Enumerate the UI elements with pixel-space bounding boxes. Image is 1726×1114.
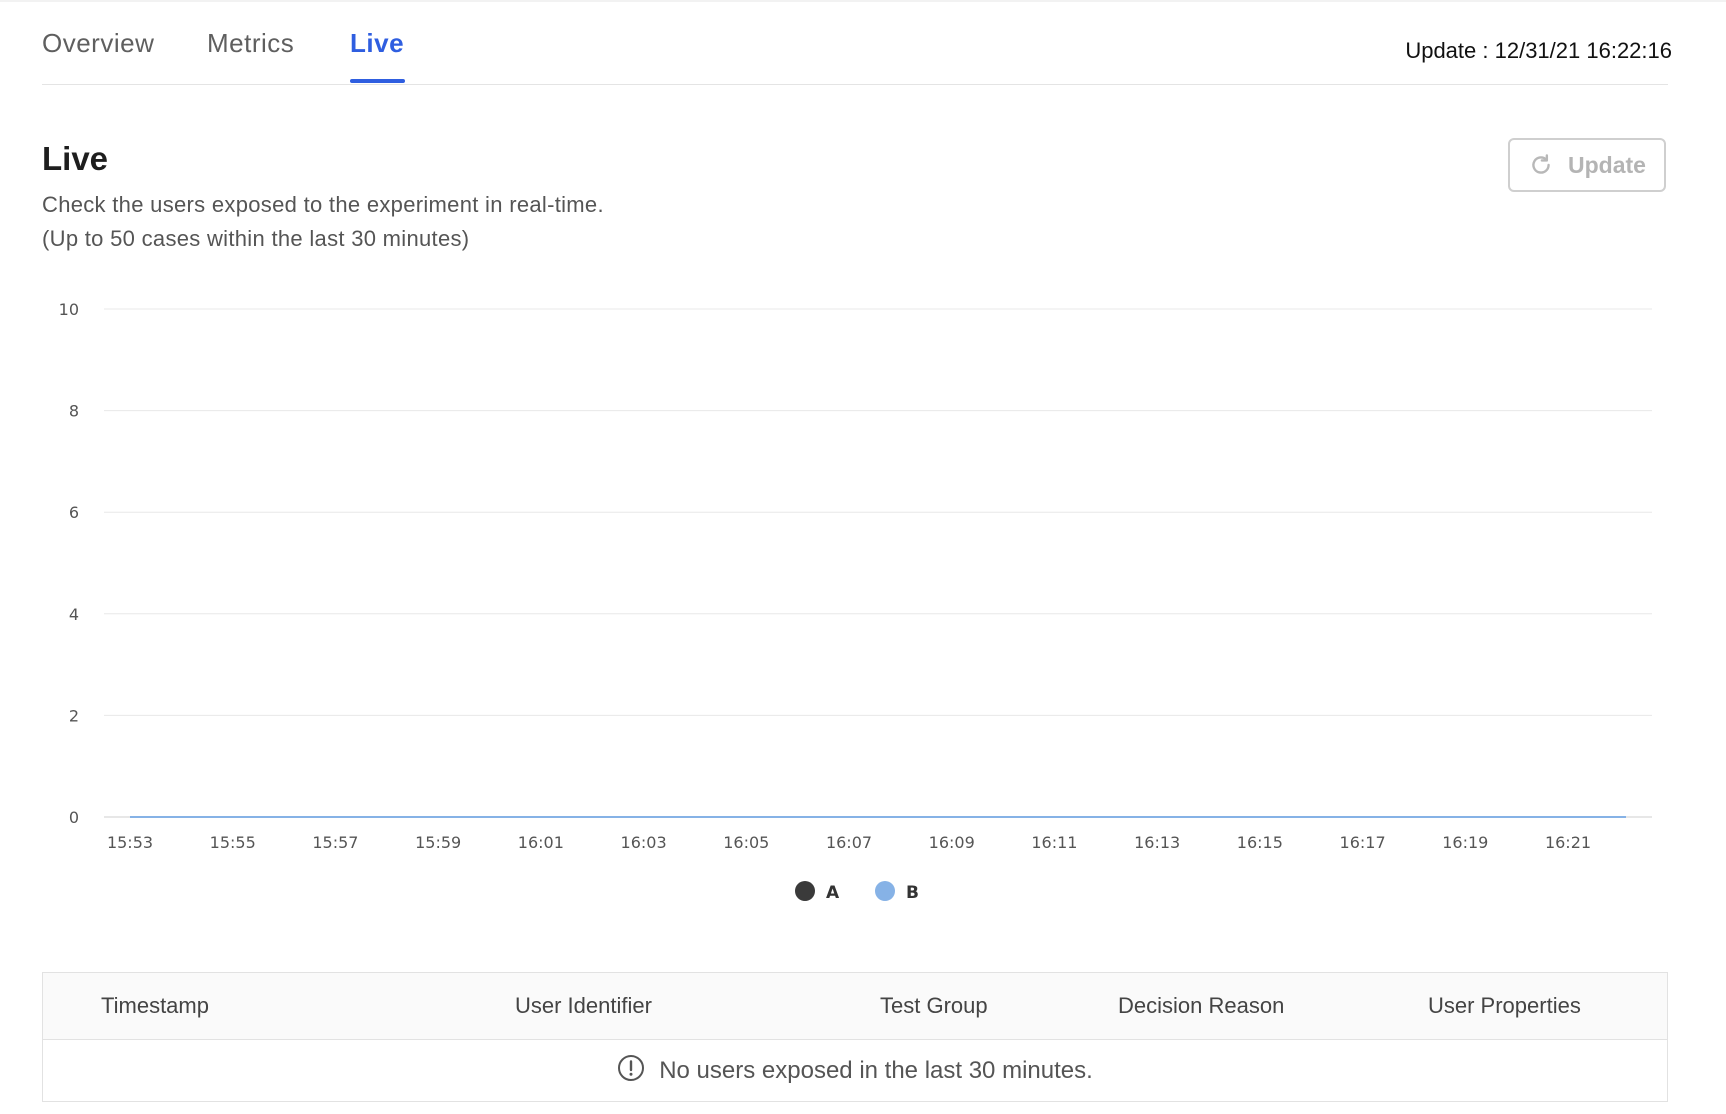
tab-metrics[interactable]: Metrics [207, 28, 294, 59]
x-tick-label: 16:05 [723, 833, 769, 852]
x-tick-label: 16:21 [1545, 833, 1591, 852]
y-tick-label: 8 [69, 402, 79, 421]
x-tick-label: 15:53 [107, 833, 153, 852]
x-tick-label: 16:19 [1442, 833, 1488, 852]
last-update-time: Update : 12/31/21 16:22:16 [1405, 38, 1672, 63]
active-tab-indicator [350, 79, 405, 83]
live-exposure-chart: 0 2 4 6 8 10 15:53 15:55 15:57 15:59 16:01 16:03 16… [59, 300, 1652, 903]
legend-label-a[interactable]: A [826, 883, 840, 903]
section-description: Check the users exposed to the experimen… [42, 192, 604, 217]
column-header-decision-reason[interactable]: Decision Reason [1118, 993, 1284, 1019]
column-header-timestamp[interactable]: Timestamp [101, 993, 209, 1019]
x-tick-label: 16:07 [826, 833, 872, 852]
column-header-test-group[interactable]: Test Group [880, 993, 988, 1019]
tab-overview[interactable]: Overview [42, 28, 154, 59]
x-tick-label: 15:57 [312, 833, 358, 852]
x-tick-label: 16:09 [929, 833, 975, 852]
update-button-label: Update [1568, 151, 1646, 178]
y-tick-label: 10 [59, 300, 79, 319]
section-description-note: (Up to 50 cases within the last 30 minut… [42, 226, 470, 251]
x-tick-label: 16:11 [1031, 833, 1077, 852]
y-tick-label: 2 [69, 706, 79, 725]
legend-label-b[interactable]: B [906, 883, 919, 903]
legend-marker-b[interactable] [875, 881, 895, 901]
x-tick-label: 16:17 [1340, 833, 1386, 852]
exposure-table: Timestamp User Identifier Test Group Dec… [42, 972, 1668, 1102]
info-circle-icon [617, 1054, 645, 1089]
empty-state-row: No users exposed in the last 30 minutes. [43, 1040, 1667, 1102]
refresh-icon [1528, 152, 1554, 178]
y-tick-label: 4 [69, 605, 79, 624]
y-tick-label: 0 [69, 808, 79, 827]
tab-live[interactable]: Live [350, 28, 404, 59]
table-header: Timestamp User Identifier Test Group Dec… [43, 973, 1667, 1040]
y-tick-label: 6 [69, 503, 79, 522]
update-button[interactable]: Update [1508, 138, 1666, 192]
x-tick-label: 15:55 [210, 833, 256, 852]
x-tick-label: 16:01 [518, 833, 564, 852]
column-header-user-properties[interactable]: User Properties [1428, 993, 1581, 1019]
column-header-user-identifier[interactable]: User Identifier [515, 993, 652, 1019]
x-tick-label: 15:59 [415, 833, 461, 852]
x-tick-label: 16:03 [621, 833, 667, 852]
page-title: Live [42, 140, 109, 177]
empty-state-message: No users exposed in the last 30 minutes. [659, 1057, 1093, 1084]
legend-marker-a[interactable] [795, 881, 815, 901]
x-tick-label: 16:15 [1237, 833, 1283, 852]
x-tick-label: 16:13 [1134, 833, 1180, 852]
